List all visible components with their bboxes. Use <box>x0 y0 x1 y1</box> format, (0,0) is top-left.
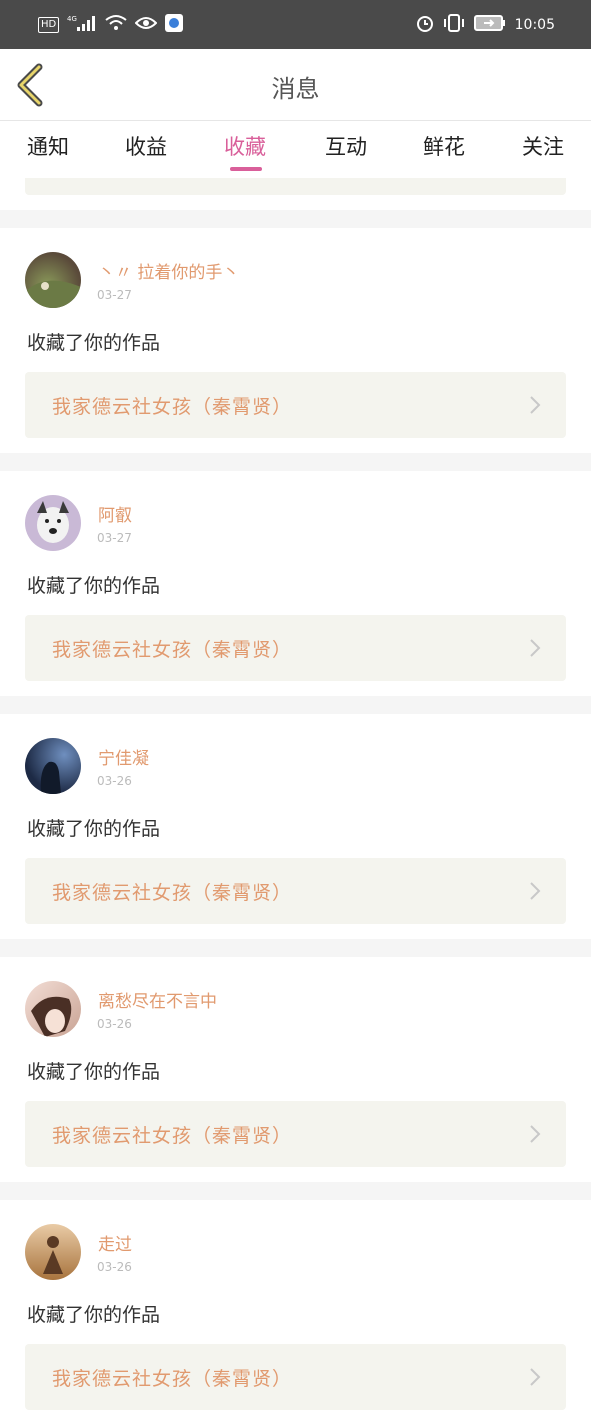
work-link-partial <box>25 178 566 195</box>
work-title: 我家德云社女孩（秦霄贤） <box>52 1125 293 1147</box>
list-item: 走过 03-26 收藏了你的作品 我家德云社女孩（秦霄贤） <box>0 1200 591 1425</box>
chevron-right-icon <box>530 639 541 657</box>
avatar[interactable] <box>25 1224 81 1280</box>
tab-favorites[interactable]: 收藏 <box>210 131 280 161</box>
message-date: 03-27 <box>97 531 132 545</box>
app-notify-icon <box>165 14 184 35</box>
work-title: 我家德云社女孩（秦霄贤） <box>52 639 293 661</box>
message-date: 03-27 <box>97 288 132 302</box>
wifi-icon <box>105 14 127 35</box>
work-link[interactable]: 我家德云社女孩（秦霄贤） <box>25 858 566 924</box>
work-link[interactable]: 我家德云社女孩（秦霄贤） <box>25 1344 566 1410</box>
avatar[interactable] <box>25 738 81 794</box>
chevron-right-icon <box>530 882 541 900</box>
avatar[interactable] <box>25 981 81 1037</box>
user-name[interactable]: 宁佳凝 <box>98 744 149 769</box>
action-text: 收藏了你的作品 <box>27 575 161 597</box>
action-text: 收藏了你的作品 <box>27 1061 161 1083</box>
hd-icon: HD <box>38 16 60 33</box>
eye-icon <box>134 15 158 34</box>
active-tab-indicator <box>230 167 262 171</box>
user-name[interactable]: 离愁尽在不言中 <box>98 987 217 1012</box>
network-type: 4G <box>67 15 77 23</box>
page-title: 消息 <box>271 75 320 103</box>
tab-notifications[interactable]: 通知 <box>13 131 83 161</box>
vibrate-icon <box>443 14 465 36</box>
list-item: 阿叡 03-27 收藏了你的作品 我家德云社女孩（秦霄贤） <box>0 471 591 696</box>
work-link[interactable]: 我家德云社女孩（秦霄贤） <box>25 372 566 438</box>
user-name[interactable]: 走过 <box>98 1230 132 1255</box>
tab-flowers[interactable]: 鲜花 <box>409 131 479 161</box>
action-text: 收藏了你的作品 <box>27 818 161 840</box>
chevron-right-icon <box>530 1125 541 1143</box>
signal-icon: 4G <box>67 14 97 35</box>
list-item: 丶〃 拉着你的手丶 03-27 收藏了你的作品 我家德云社女孩（秦霄贤） <box>0 228 591 453</box>
message-date: 03-26 <box>97 774 132 788</box>
user-name[interactable]: 丶〃 拉着你的手丶 <box>98 258 239 283</box>
avatar[interactable] <box>25 252 81 308</box>
action-text: 收藏了你的作品 <box>27 1304 161 1326</box>
work-link[interactable]: 我家德云社女孩（秦霄贤） <box>25 615 566 681</box>
work-link[interactable]: 我家德云社女孩（秦霄贤） <box>25 1101 566 1167</box>
tab-interactions[interactable]: 互动 <box>311 131 381 161</box>
user-name[interactable]: 阿叡 <box>98 501 132 526</box>
work-title: 我家德云社女孩（秦霄贤） <box>52 396 293 418</box>
action-text: 收藏了你的作品 <box>27 332 161 354</box>
work-title: 我家德云社女孩（秦霄贤） <box>52 882 293 904</box>
status-bar: HD 4G 10:05 <box>0 0 591 49</box>
battery-icon <box>473 15 506 35</box>
chevron-right-icon <box>530 396 541 414</box>
tab-follows[interactable]: 关注 <box>508 131 578 161</box>
tab-bar: 通知 收益 收藏 互动 鲜花 关注 <box>0 121 591 178</box>
message-date: 03-26 <box>97 1260 132 1274</box>
message-date: 03-26 <box>97 1017 132 1031</box>
nav-header: 消息 <box>0 49 591 121</box>
clock-time: 10:05 <box>514 17 555 33</box>
list-item-partial <box>0 178 591 210</box>
tab-earnings[interactable]: 收益 <box>111 131 181 161</box>
list-item: 宁佳凝 03-26 收藏了你的作品 我家德云社女孩（秦霄贤） <box>0 714 591 939</box>
chevron-right-icon <box>530 1368 541 1386</box>
list-item: 离愁尽在不言中 03-26 收藏了你的作品 我家德云社女孩（秦霄贤） <box>0 957 591 1182</box>
alarm-icon <box>416 14 434 36</box>
avatar[interactable] <box>25 495 81 551</box>
work-title: 我家德云社女孩（秦霄贤） <box>52 1368 293 1390</box>
